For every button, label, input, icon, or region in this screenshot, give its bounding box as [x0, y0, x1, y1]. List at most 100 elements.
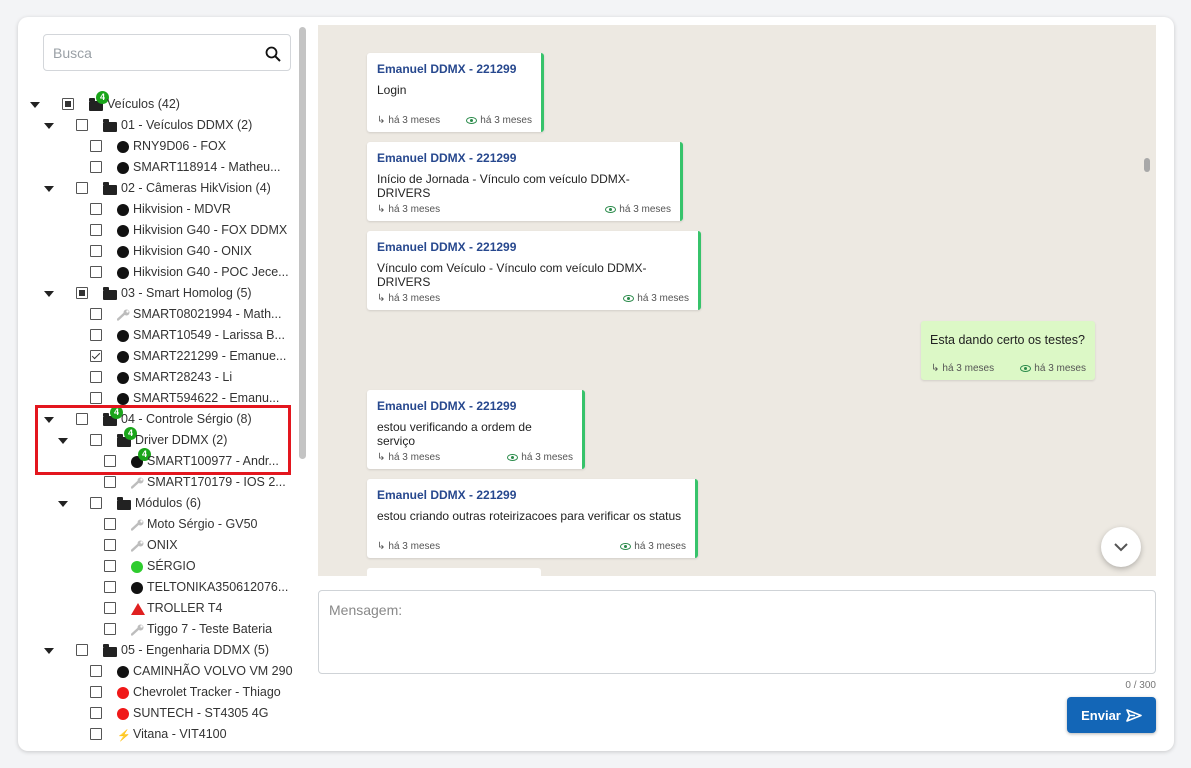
tree-checkbox[interactable] — [104, 623, 116, 635]
tree-item[interactable]: SMART170179 - IOS 2... — [18, 472, 296, 493]
tree-checkbox[interactable] — [90, 140, 102, 152]
tree-checkbox[interactable] — [90, 266, 102, 278]
outgoing-message: Esta dando certo os testes? ↳ há 3 meses há… — [921, 321, 1095, 380]
tree-item[interactable]: ONIX — [18, 535, 296, 556]
tree-checkbox[interactable] — [104, 476, 116, 488]
tree-item[interactable]: Moto Sérgio - GV50 — [18, 514, 296, 535]
black-dot-icon — [117, 393, 129, 405]
tree-checkbox[interactable] — [90, 497, 102, 509]
search-icon[interactable] — [265, 46, 281, 62]
tree-item[interactable]: Tiggo 7 - Teste Bateria — [18, 619, 296, 640]
tree-item[interactable]: 03 - Smart Homolog (5) — [18, 283, 296, 304]
sent-time-text: há 3 meses — [388, 204, 441, 215]
wrench-icon — [130, 477, 145, 489]
tree-item[interactable]: TELTONIKA350612076... — [18, 577, 296, 598]
search-box — [43, 34, 291, 71]
folder-icon — [103, 182, 117, 195]
tree-item[interactable]: SMART10549 - Larissa B... — [18, 325, 296, 346]
wrench-icon — [116, 309, 131, 321]
tree-scrollbar[interactable] — [299, 27, 306, 459]
tree-item[interactable]: 01 - Veículos DDMX (2) — [18, 115, 296, 136]
tree-item[interactable]: SÉRGIO — [18, 556, 296, 577]
tree-checkbox[interactable] — [90, 245, 102, 257]
message-sender: Emanuel DDMX - 221299 — [377, 62, 517, 76]
tree-item-label: Chevrolet Tracker - Thiago — [133, 685, 281, 699]
tree-checkbox[interactable] — [104, 539, 116, 551]
message-input[interactable] — [319, 591, 1155, 673]
scroll-down-button[interactable] — [1101, 527, 1141, 567]
tree-checkbox[interactable] — [90, 665, 102, 677]
tree-checkbox[interactable] — [90, 329, 102, 341]
tree-checkbox[interactable] — [90, 392, 102, 404]
tree-item[interactable]: TROLLER T4 — [18, 598, 296, 619]
tree-item[interactable]: 02 - Câmeras HikVision (4) — [18, 178, 296, 199]
message-text: Início de Jornada - Vínculo com veículo … — [377, 172, 630, 200]
message-meta: ↳ há 3 meses há 3 meses — [377, 115, 532, 126]
tree-item[interactable]: SMART28243 - Li — [18, 367, 296, 388]
tree-checkbox[interactable] — [104, 602, 116, 614]
seen-time-text: há 3 meses — [521, 452, 573, 463]
tree-checkbox[interactable] — [76, 287, 88, 299]
partial-message — [367, 568, 541, 576]
wrench-icon — [130, 624, 145, 636]
tree-item[interactable]: SMART08021994 - Math... — [18, 304, 296, 325]
tree-item-label: Tiggo 7 - Teste Bateria — [147, 622, 273, 636]
search-input[interactable] — [44, 35, 244, 70]
send-button[interactable]: Enviar — [1067, 697, 1156, 733]
message-meta: ↳ há 3 meses há 3 meses — [377, 541, 686, 552]
tree-checkbox[interactable] — [62, 98, 74, 110]
tree-item[interactable]: Hikvision G40 - ONIX — [18, 241, 296, 262]
expand-caret-icon[interactable] — [44, 648, 54, 654]
message-sent-time: ↳ há 3 meses — [377, 452, 440, 463]
tree-item-label: SMART221299 - Emanue... — [133, 349, 287, 363]
black-dot-icon — [117, 372, 129, 384]
tree-item-label: TELTONIKA350612076... — [147, 580, 289, 594]
tree-checkbox[interactable] — [90, 308, 102, 320]
expand-caret-icon[interactable] — [44, 123, 54, 129]
tree-item[interactable]: RNY9D06 - FOX — [18, 136, 296, 157]
tree-checkbox[interactable] — [90, 224, 102, 236]
tree-checkbox[interactable] — [90, 686, 102, 698]
tree-item[interactable]: SMART118914 - Matheu... — [18, 157, 296, 178]
reply-arrow-icon: ↳ — [931, 363, 940, 374]
tree-item[interactable]: Hikvision - MDVR — [18, 199, 296, 220]
message-meta: ↳ há 3 meses há 3 meses — [377, 452, 573, 463]
tree-item[interactable]: SUNTECH - ST4305 4G — [18, 703, 296, 724]
tree-checkbox[interactable] — [104, 518, 116, 530]
tree-checkbox[interactable] — [76, 119, 88, 131]
tree-checkbox[interactable] — [104, 581, 116, 593]
tree-item[interactable]: Chevrolet Tracker - Thiago — [18, 682, 296, 703]
tree-checkbox[interactable] — [90, 728, 102, 740]
tree-item-label: Hikvision G40 - ONIX — [133, 244, 252, 258]
tree-checkbox[interactable] — [76, 644, 88, 656]
tree-checkbox[interactable] — [104, 560, 116, 572]
message-sent-time: ↳ há 3 meses — [931, 363, 994, 374]
seen-time-text: há 3 meses — [634, 541, 686, 552]
tree-item[interactable]: 4 Veículos (42) — [18, 91, 296, 115]
tree-item[interactable]: CAMINHÃO VOLVO VM 290 — [18, 661, 296, 682]
expand-caret-icon[interactable] — [58, 501, 68, 507]
tree-item[interactable]: Hikvision G40 - POC Jece... — [18, 262, 296, 283]
message-meta: ↳ há 3 meses há 3 meses — [377, 293, 689, 304]
sent-time-text: há 3 meses — [388, 541, 441, 552]
sent-time-text: há 3 meses — [942, 363, 995, 374]
tree-item[interactable]: Hikvision G40 - FOX DDMX — [18, 220, 296, 241]
tree-checkbox[interactable] — [90, 203, 102, 215]
tree-checkbox[interactable] — [90, 350, 102, 362]
tree-checkbox[interactable] — [90, 371, 102, 383]
expand-caret-icon[interactable] — [44, 291, 54, 297]
tree-item[interactable]: ⚡ Vitana - VIT4100 — [18, 724, 296, 745]
chat-scrollbar[interactable] — [1144, 158, 1150, 172]
tree-item-label: SMART10549 - Larissa B... — [133, 328, 285, 342]
expand-caret-icon[interactable] — [44, 186, 54, 192]
tree-item-label: Hikvision - MDVR — [133, 202, 231, 216]
tree-item[interactable]: 05 - Engenharia DDMX (5) — [18, 640, 296, 661]
tree-item-label: CAMINHÃO VOLVO VM 290 — [133, 664, 293, 678]
tree-checkbox[interactable] — [90, 161, 102, 173]
tree-checkbox[interactable] — [76, 182, 88, 194]
tree-checkbox[interactable] — [90, 707, 102, 719]
tree-item[interactable]: SMART221299 - Emanue... — [18, 346, 296, 367]
tree-item[interactable]: Módulos (6) — [18, 493, 296, 514]
black-dot-icon — [117, 141, 129, 153]
expand-caret-icon[interactable] — [30, 102, 40, 108]
